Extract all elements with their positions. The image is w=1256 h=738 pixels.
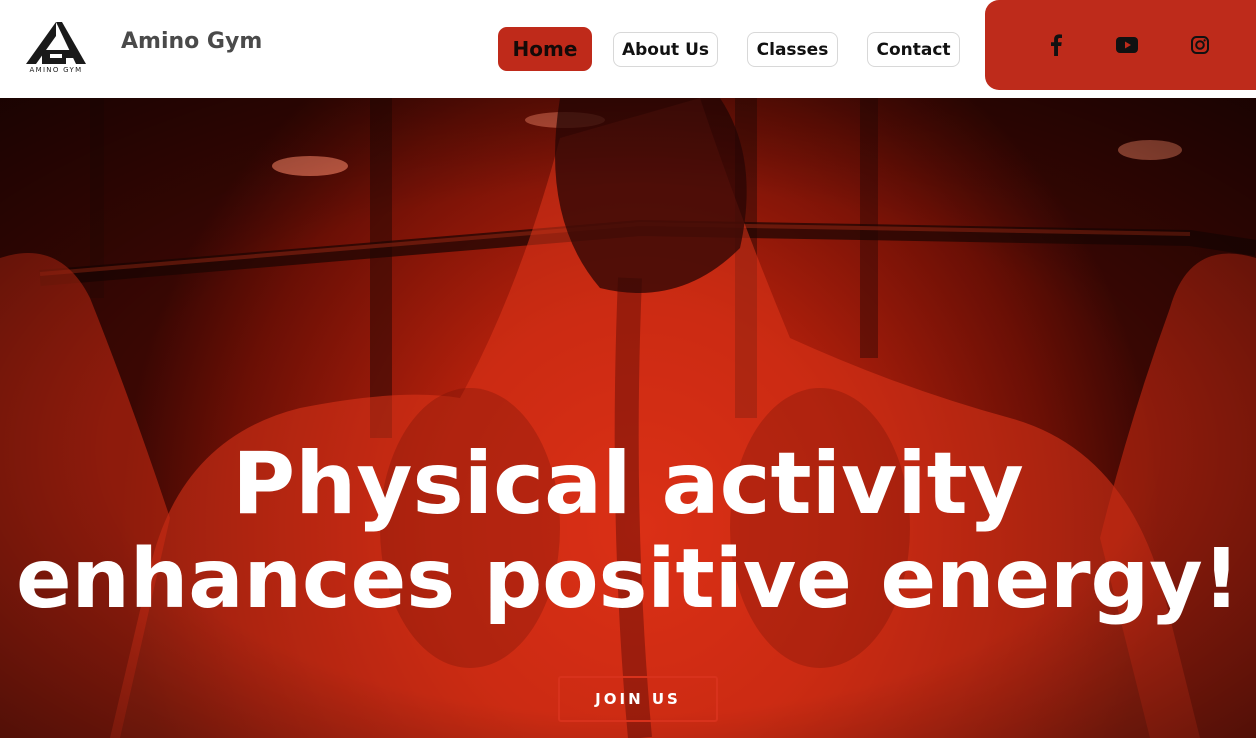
facebook-icon[interactable] bbox=[1043, 32, 1069, 58]
nav-about-button[interactable]: About Us bbox=[613, 32, 718, 67]
page: AMINO GYM Amino Gym Home About Us Classe… bbox=[0, 0, 1256, 738]
site-header: AMINO GYM Amino Gym Home About Us Classe… bbox=[0, 0, 1256, 98]
instagram-icon[interactable] bbox=[1187, 32, 1213, 58]
site-logo[interactable]: AMINO GYM bbox=[20, 20, 92, 75]
nav-contact-button[interactable]: Contact bbox=[867, 32, 960, 67]
hero-section: Physical activity enhances positive ener… bbox=[0, 98, 1256, 738]
brand-name[interactable]: Amino Gym bbox=[121, 29, 262, 54]
youtube-icon[interactable] bbox=[1114, 32, 1140, 58]
nav-home-button[interactable]: Home bbox=[498, 27, 592, 71]
nav-classes-button[interactable]: Classes bbox=[747, 32, 838, 67]
hero-background-image bbox=[0, 98, 1256, 738]
logo-mark-icon bbox=[26, 22, 86, 64]
logo-caption: AMINO GYM bbox=[29, 66, 83, 74]
hero-title-line2: enhances positive energy! bbox=[15, 532, 1241, 627]
join-us-button[interactable]: JOIN US bbox=[558, 676, 718, 722]
social-bar bbox=[985, 0, 1256, 90]
hero-title: Physical activity enhances positive ener… bbox=[0, 436, 1256, 628]
hero-title-line1: Physical activity bbox=[232, 434, 1024, 534]
